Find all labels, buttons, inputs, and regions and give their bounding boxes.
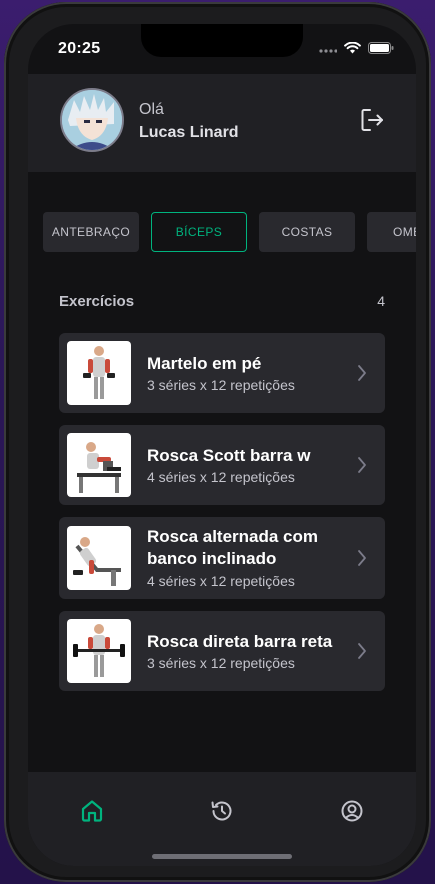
exercises-header: Exercícios 4 (59, 293, 385, 313)
exercise-meta: 3 séries x 12 repetições (147, 377, 295, 393)
exercise-thumbnail (67, 433, 131, 497)
exercise-illustration (73, 624, 125, 677)
user-name: Lucas Linard (139, 124, 239, 141)
group-label: COSTAS (281, 225, 333, 239)
app-screen: 20:25 Olá Lucas Linard ANTEBRAÇO BÍCEPS … (28, 24, 416, 866)
bottom-tab-bar (28, 772, 416, 866)
exercise-name: Rosca alternada com banco inclinado (147, 527, 319, 568)
greeting-text: Olá (139, 101, 164, 118)
home-header: Olá Lucas Linard (28, 74, 416, 172)
logout-icon[interactable] (360, 107, 386, 133)
home-icon[interactable] (79, 798, 105, 824)
chevron-right-icon (358, 550, 366, 566)
exercise-meta: 4 séries x 12 repetições (147, 573, 295, 589)
exercise-name: Rosca Scott barra w (147, 446, 311, 465)
chevron-right-icon (358, 457, 366, 473)
status-icons (319, 42, 394, 54)
exercise-card[interactable]: Rosca direta barra reta 3 séries x 12 re… (59, 611, 385, 691)
group-item-biceps[interactable]: BÍCEPS (151, 212, 247, 252)
exercise-thumbnail (67, 526, 131, 590)
exercise-meta: 4 séries x 12 repetições (147, 469, 295, 485)
history-icon[interactable] (209, 798, 235, 824)
exercise-illustration (77, 442, 121, 493)
signal-icon (319, 49, 337, 53)
group-label: OMBROS (393, 225, 416, 239)
status-time: 20:25 (58, 40, 101, 57)
exercise-illustration (83, 346, 115, 399)
exercise-name: Martelo em pé (147, 354, 262, 373)
home-indicator (152, 854, 292, 859)
notch (141, 24, 303, 57)
group-item-costas[interactable]: COSTAS (259, 212, 355, 252)
exercise-thumbnail (67, 619, 131, 683)
group-item-antebraco[interactable]: ANTEBRAÇO (43, 212, 139, 252)
exercise-name: Rosca direta barra reta (147, 632, 333, 651)
exercise-card[interactable]: Rosca Scott barra w 4 séries x 12 repeti… (59, 425, 385, 505)
phone-frame: 20:25 Olá Lucas Linard ANTEBRAÇO BÍCEPS … (4, 2, 431, 882)
chevron-right-icon (358, 643, 366, 659)
group-item-ombros[interactable]: OMBROS (367, 212, 416, 252)
profile-icon[interactable] (339, 798, 365, 824)
chevron-right-icon (358, 365, 366, 381)
exercise-card[interactable]: Martelo em pé 3 séries x 12 repetições (59, 333, 385, 413)
battery-icon (368, 42, 394, 54)
wifi-icon (344, 42, 361, 54)
avatar-image (62, 90, 122, 150)
group-label: BÍCEPS (175, 225, 223, 239)
exercise-thumbnail (67, 341, 131, 405)
muscle-group-list[interactable]: ANTEBRAÇO BÍCEPS COSTAS OMBROS (43, 212, 416, 252)
exercise-illustration (73, 537, 121, 586)
user-avatar[interactable] (60, 88, 124, 152)
exercises-title: Exercícios (59, 293, 135, 310)
group-label: ANTEBRAÇO (51, 225, 131, 239)
exercises-count: 4 (377, 293, 385, 309)
exercise-card[interactable]: Rosca alternada com banco inclinado 4 sé… (59, 517, 385, 599)
exercise-meta: 3 séries x 12 repetições (147, 655, 295, 671)
